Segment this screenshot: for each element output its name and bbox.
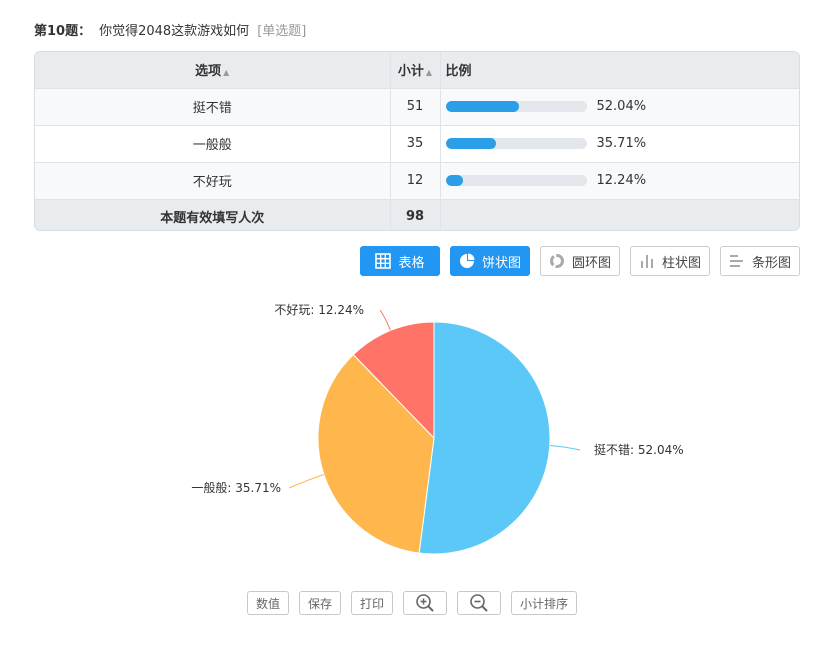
zoom-out-button[interactable]	[457, 591, 501, 615]
question-title: 第10题： 你觉得2048这款游戏如何 [单选题]	[34, 20, 306, 39]
question-number: 第10题：	[34, 24, 92, 39]
row-option: 一般般	[35, 125, 391, 163]
row-percent: 52.04%	[596, 99, 647, 114]
table-row: 一般般 35 35.71%	[35, 125, 799, 163]
pie-chart-svg: 挺不错: 52.04% 一般般: 35.71% 不好玩: 12.24%	[191, 303, 684, 555]
table-header-row: 选项 ▲︎ 小计 ▲︎ 比例	[35, 52, 799, 89]
table-row: 不好玩 12 12.24%	[35, 162, 799, 200]
row-count: 51	[390, 88, 441, 126]
pie-chart-button[interactable]: 饼状图	[450, 246, 530, 276]
save-button[interactable]: 保存	[299, 591, 341, 615]
pie-slice-label: 一般般: 35.71%	[191, 480, 281, 495]
chart-tools: 数值 保存 打印 小计排序	[0, 591, 839, 615]
progress-bar	[445, 138, 587, 149]
header-ratio: 比例	[440, 52, 799, 89]
header-count[interactable]: 小计 ▲︎	[390, 52, 441, 89]
pie-slice[interactable]	[418, 321, 551, 555]
zoom-in-icon	[416, 594, 434, 612]
pie-chart-icon	[459, 253, 475, 268]
row-percent: 35.71%	[596, 136, 647, 151]
bar-chart-icon	[640, 255, 653, 268]
zoom-in-button[interactable]	[403, 591, 447, 615]
bar-chart-button[interactable]: 柱状图	[630, 246, 710, 276]
chart-type-toolbar: 表格 饼状图 圆环图 柱状图 条形图	[0, 246, 839, 276]
pie-slice-label: 不好玩: 12.24%	[274, 303, 364, 317]
progress-fill	[445, 138, 496, 149]
footer-label: 本题有效填写人次	[35, 199, 391, 230]
row-option: 不好玩	[35, 162, 391, 200]
table-footer-row: 本题有效填写人次 98	[35, 199, 799, 230]
row-count: 35	[390, 125, 441, 163]
progress-fill	[445, 175, 463, 186]
pie-chart: 挺不错: 52.04% 一般般: 35.71% 不好玩: 12.24%	[0, 280, 839, 580]
horizontal-bar-icon	[729, 255, 743, 267]
progress-bar	[445, 101, 587, 112]
print-button[interactable]: 打印	[351, 591, 393, 615]
table-view-button[interactable]: 表格	[360, 246, 440, 276]
pie-label-line	[379, 309, 391, 331]
table-row: 挺不错 51 52.04%	[35, 88, 799, 126]
question-type: [单选题]	[257, 24, 307, 39]
row-option: 挺不错	[35, 88, 391, 126]
horizontal-bar-chart-button[interactable]: 条形图	[720, 246, 800, 276]
pie-label-line	[549, 444, 581, 451]
table-icon	[375, 253, 392, 269]
question-text: 你觉得2048这款游戏如何	[99, 24, 250, 39]
progress-fill	[445, 101, 519, 112]
header-option[interactable]: 选项 ▲︎	[35, 52, 391, 89]
row-count: 12	[390, 162, 441, 200]
zoom-out-icon	[470, 594, 488, 612]
footer-total: 98	[390, 199, 441, 230]
sort-icon[interactable]: ▲︎	[223, 68, 229, 77]
values-button[interactable]: 数值	[247, 591, 289, 615]
pie-slice-label: 挺不错: 52.04%	[594, 442, 684, 457]
results-table: 选项 ▲︎ 小计 ▲︎ 比例 挺不错 51 52.04% 一般般 35 35.71%…	[34, 51, 800, 231]
pie-label-line	[288, 474, 325, 489]
sort-icon[interactable]: ▲︎	[426, 68, 432, 77]
donut-chart-icon	[549, 254, 564, 268]
sort-by-count-button[interactable]: 小计排序	[511, 591, 577, 615]
progress-bar	[445, 175, 587, 186]
donut-chart-button[interactable]: 圆环图	[540, 246, 620, 276]
row-percent: 12.24%	[596, 173, 647, 188]
